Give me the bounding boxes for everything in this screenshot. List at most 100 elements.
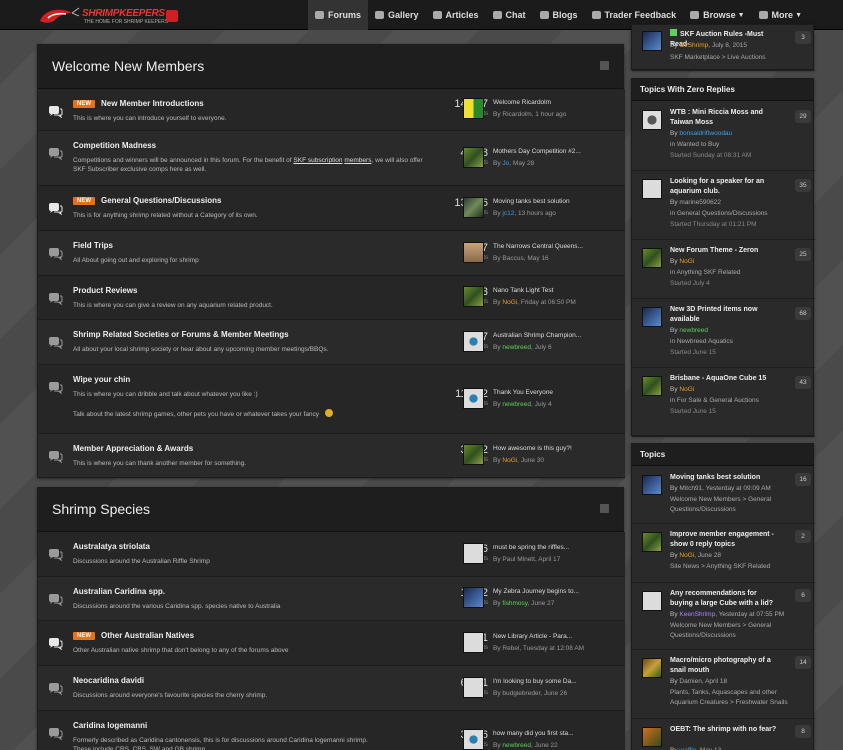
topic-forum[interactable]: in Newbreed Aquatics [670, 337, 790, 347]
last-poster-link[interactable]: newbreed [502, 344, 531, 351]
author-link[interactable]: Damien [679, 678, 701, 685]
forum-title[interactable]: NEW Other Australian Natives [73, 631, 194, 640]
forum-row[interactable]: Australian Caridina spp. Discussions arou… [38, 577, 625, 621]
avatar[interactable] [642, 110, 662, 130]
last-poster-link[interactable]: NoGi [502, 457, 517, 464]
forum-title[interactable]: NEW New Member Introductions [73, 99, 204, 108]
author-link[interactable]: NoGi [679, 258, 694, 265]
forum-title[interactable]: Australian Caridina spp. [73, 587, 165, 596]
nav-articles[interactable]: Articles [426, 0, 486, 30]
avatar[interactable] [642, 475, 662, 495]
sidebar-topic[interactable]: WTB : Mini Riccia Moss and Taiwan Moss By… [632, 102, 815, 171]
avatar[interactable] [642, 532, 662, 552]
last-post-title[interactable]: Mothers Day Competition #2... [493, 148, 603, 155]
nav-gallery[interactable]: Gallery [368, 0, 426, 30]
sidebar-topic[interactable]: Looking for a speaker for an aquarium cl… [632, 171, 815, 240]
last-post-title[interactable]: how many did you first sta... [493, 730, 603, 737]
last-poster-avatar[interactable] [463, 543, 484, 564]
forum-row[interactable]: NEW Other Australian Natives Other Austral… [38, 621, 625, 666]
nav-blogs[interactable]: Blogs [533, 0, 585, 30]
topic-forum[interactable]: in For Sale & General Auctions [670, 396, 790, 406]
last-post-title[interactable]: I'm looking to buy some Da... [493, 678, 603, 685]
sidebar-topic[interactable]: SKF Auction Rules -Must Read- By OzShrim… [632, 25, 815, 71]
avatar[interactable] [642, 376, 662, 396]
members-link[interactable]: members [344, 157, 371, 164]
sidebar-topic[interactable]: Any recommendations for buying a large C… [632, 583, 815, 650]
last-post-title[interactable]: How awesome is this guy?! [493, 445, 603, 452]
sidebar-topic[interactable]: New 3D Printed items now available By new… [632, 299, 815, 368]
topic-forum[interactable]: in Wanted to Buy [670, 140, 790, 150]
avatar[interactable] [642, 179, 662, 199]
topic-title[interactable]: Any recommendations for buying a large C… [670, 589, 780, 609]
author-link[interactable]: OzShrimp [679, 42, 708, 49]
topic-path[interactable]: Plants, Tanks, Aquascapes and other Aqua… [670, 688, 790, 708]
forum-row[interactable]: Caridina logemanni Formerly described as … [38, 711, 625, 750]
last-post-title[interactable]: Welcome Ricardolm [493, 99, 603, 106]
sidebar-topic[interactable]: Moving tanks best solution By Mitch91, Ye… [632, 467, 815, 524]
avatar[interactable] [642, 658, 662, 678]
topic-title[interactable]: Improve member engagement - show 0 reply… [670, 530, 780, 550]
last-poster-link[interactable]: fishmosy [502, 600, 527, 607]
nav-chat[interactable]: Chat [486, 0, 533, 30]
forum-row[interactable]: Member Appreciation & Awards This is wher… [38, 434, 625, 478]
author-link[interactable]: KeenShrimp [679, 611, 715, 618]
topic-forum[interactable]: in Anything SKF Related [670, 268, 790, 278]
forum-row[interactable]: Australatya striolata Discussions around … [38, 532, 625, 577]
last-poster-link[interactable]: Baccus [502, 255, 523, 262]
last-poster-avatar[interactable] [463, 632, 484, 653]
topic-title[interactable]: Brisbane - AquaOne Cube 15 [670, 374, 780, 384]
forum-title[interactable]: Field Trips [73, 241, 113, 250]
forum-row[interactable]: Product Reviews This is where you can giv… [38, 276, 625, 320]
last-poster-link[interactable]: newbreed [502, 401, 531, 408]
last-poster-link[interactable]: budgiebreder [502, 690, 540, 697]
author-link[interactable]: NoGi [679, 552, 694, 559]
last-poster-link[interactable]: jc12 [502, 210, 514, 217]
author-link[interactable]: NoGi [679, 386, 694, 393]
last-poster-avatar[interactable] [463, 388, 484, 409]
forum-row[interactable]: Wipe your chin This is where you can drib… [38, 365, 625, 434]
author-link[interactable]: marine590622 [679, 199, 721, 206]
sidebar-topic[interactable]: New Forum Theme - Zeron By NoGi in Anythin… [632, 240, 815, 299]
last-poster-link[interactable]: Paul Minett [502, 556, 535, 563]
last-poster-link[interactable]: Ricardolm [502, 111, 531, 118]
topic-path[interactable]: Welcome New Members > General Questions/… [670, 495, 790, 515]
topic-title[interactable]: Looking for a speaker for an aquarium cl… [670, 177, 780, 197]
last-poster-avatar[interactable] [463, 587, 484, 608]
nav-forums[interactable]: Forums [307, 0, 368, 30]
last-poster-link[interactable]: Rebel [502, 645, 519, 652]
topic-title[interactable]: New 3D Printed items now available [670, 305, 780, 325]
topic-title[interactable]: OEBT: The shrimp with no fear? [670, 725, 780, 735]
forum-row[interactable]: NEW General Questions/Discussions This is … [38, 186, 625, 231]
last-post-title[interactable]: must be spring the riffles... [493, 544, 603, 551]
forum-row[interactable]: Neocaridina davidi Discussions around eve… [38, 666, 625, 711]
forum-title[interactable]: Wipe your chin [73, 375, 130, 384]
forum-title[interactable]: NEW General Questions/Discussions [73, 196, 221, 205]
avatar[interactable] [642, 727, 662, 747]
last-poster-link[interactable]: Jo [502, 160, 509, 167]
last-post-title[interactable]: Australian Shrimp Champion... [493, 332, 603, 339]
forum-row[interactable]: Competition Madness Competitions and winn… [38, 131, 625, 186]
topic-title[interactable]: WTB : Mini Riccia Moss and Taiwan Moss [670, 108, 780, 128]
forum-title[interactable]: Australatya striolata [73, 542, 150, 551]
last-post-title[interactable]: Thank You Everyone [493, 389, 603, 396]
topic-title[interactable]: Macro/micro photography of a snail mouth [670, 656, 780, 676]
last-poster-link[interactable]: newbreed [502, 742, 531, 749]
last-post-title[interactable]: My Zebra Journey begins to... [493, 588, 603, 595]
forum-title[interactable]: Shrimp Related Societies or Forums & Mem… [73, 330, 289, 339]
forum-title[interactable]: Member Appreciation & Awards [73, 444, 193, 453]
forum-title[interactable]: Competition Madness [73, 141, 156, 150]
collapse-icon[interactable] [600, 504, 609, 513]
last-poster-avatar[interactable] [463, 147, 484, 168]
topic-path[interactable]: Site News > Anything SKF Related [670, 562, 790, 572]
forum-title[interactable]: Product Reviews [73, 286, 137, 295]
last-poster-avatar[interactable] [463, 242, 484, 263]
avatar[interactable] [642, 248, 662, 268]
topic-title[interactable]: New Forum Theme - Zeron [670, 246, 780, 256]
last-post-title[interactable]: Nano Tank Light Test [493, 287, 603, 294]
topic-path[interactable]: Welcome New Members > General Questions/… [670, 621, 790, 641]
last-poster-avatar[interactable] [463, 444, 484, 465]
topic-title[interactable]: Moving tanks best solution [670, 473, 780, 483]
forum-row[interactable]: Field Trips All About going out and explo… [38, 231, 625, 276]
forum-title[interactable]: Caridina logemanni [73, 721, 147, 730]
last-poster-avatar[interactable] [463, 729, 484, 750]
